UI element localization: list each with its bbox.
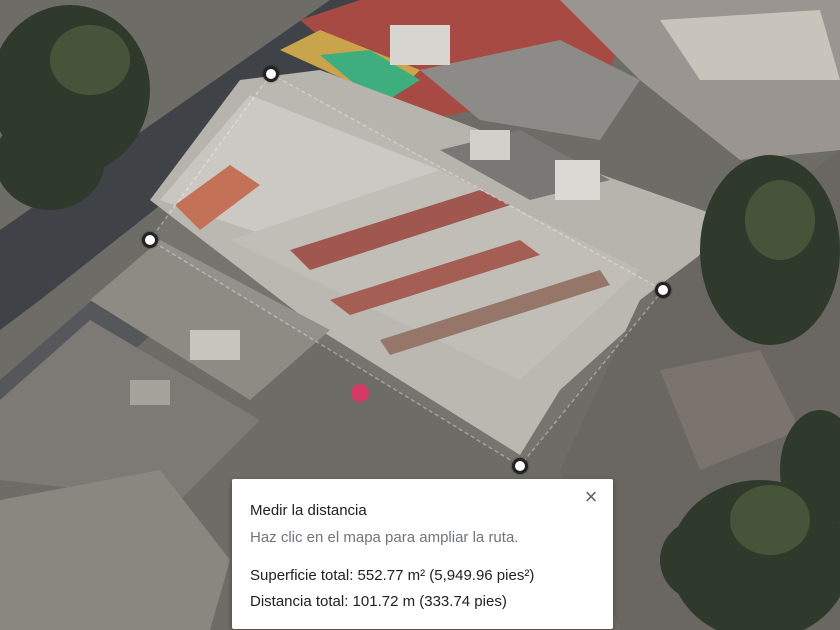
- panel-title: Medir la distancia: [250, 502, 367, 519]
- measure-point-2[interactable]: [142, 232, 158, 248]
- measure-point-4[interactable]: [512, 458, 528, 474]
- total-distance: Distancia total: 101.72 m (333.74 pies): [250, 593, 507, 610]
- total-area: Superficie total: 552.77 m² (5,949.96 pi…: [250, 567, 535, 584]
- measure-point-3[interactable]: [655, 282, 671, 298]
- close-icon[interactable]: ×: [579, 485, 603, 509]
- panel-hint: Haz clic en el mapa para ampliar la ruta…: [250, 529, 519, 546]
- measure-point-1[interactable]: [263, 66, 279, 82]
- measure-distance-panel: × Medir la distancia Haz clic en el mapa…: [232, 479, 613, 629]
